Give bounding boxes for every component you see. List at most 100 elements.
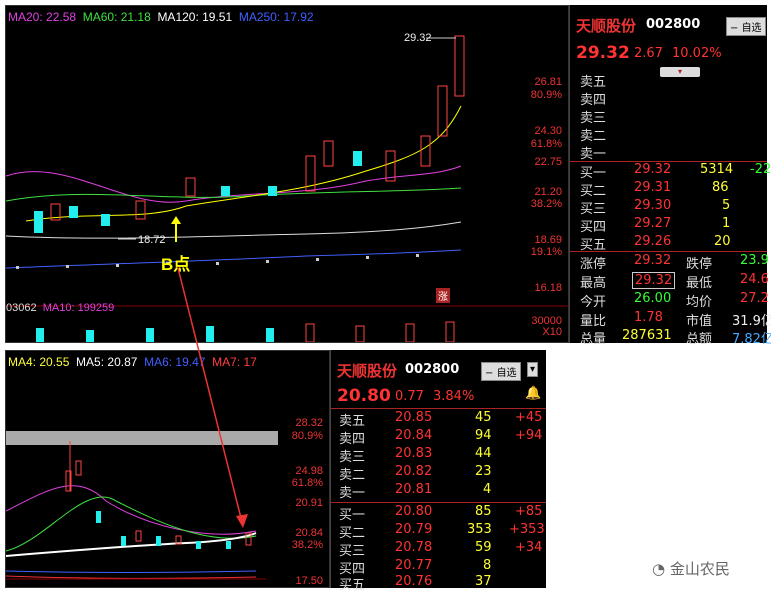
b-bid-2-delta: +353 xyxy=(509,522,545,537)
top-kline-panel[interactable]: MA20: 22.58 MA60: 21.18 MA120: 19.51 MA2… xyxy=(5,5,569,343)
b-ask-5-label: 卖五 xyxy=(339,414,366,429)
b-scale-0: 28.32 xyxy=(295,417,323,429)
b-bid-4-vol: 8 xyxy=(483,558,492,573)
b-bid-1-vol: 85 xyxy=(475,504,492,519)
bid-3-label: 买三 xyxy=(580,202,607,217)
b-bid-3-label: 买三 xyxy=(339,544,366,559)
b-ask-1-vol: 4 xyxy=(483,482,492,497)
b-bid-1-label: 买一 xyxy=(339,508,366,523)
bell-icon[interactable]: 🔔 xyxy=(525,386,541,401)
ma20-label: MA20: 22.58 xyxy=(8,10,77,24)
add-watchlist-button[interactable]: − 自选 xyxy=(726,17,766,36)
scale-8: 19.1% xyxy=(530,246,562,258)
stat-bv-4: 7.82亿 xyxy=(732,332,771,347)
stat-av-1: 29.32 xyxy=(632,272,676,289)
b-bid-1-delta: +85 xyxy=(515,504,543,519)
b-bid-2-label: 买二 xyxy=(339,526,366,541)
b-change: 0.77 xyxy=(395,389,424,404)
stat-av-3: 1.78 xyxy=(634,310,663,325)
stat-a-0: 涨停 xyxy=(580,257,607,272)
bid-1-label: 买一 xyxy=(580,166,607,181)
bottom-kline-panel[interactable]: MA4: 20.55 MA5: 20.87 MA6: 19.47 MA7: 17… xyxy=(5,350,330,588)
b-ask-3-price: 20.83 xyxy=(395,446,433,461)
b-scale-7: 17.50 xyxy=(295,575,323,587)
bid-1-price: 29.32 xyxy=(634,162,672,177)
b-scale-2: 24.98 xyxy=(295,465,323,477)
stat-bv-1: 24.6 xyxy=(740,272,769,287)
b-bid-2-price: 20.79 xyxy=(395,522,433,537)
change: 2.67 xyxy=(634,46,663,61)
b-dropdown-icon[interactable]: ▾ xyxy=(527,362,539,377)
b-bid-3-vol: 59 xyxy=(475,540,492,555)
b-scale-5: 20.84 xyxy=(295,527,323,539)
ask-4-label: 卖四 xyxy=(580,93,607,108)
b-ask-4-price: 20.84 xyxy=(395,428,433,443)
stat-b-4: 总额 xyxy=(686,332,713,347)
scale-9: 16.18 xyxy=(534,282,562,294)
b-ask-1-price: 20.81 xyxy=(395,482,433,497)
ask-1-label: 卖一 xyxy=(580,147,607,162)
b-ask-5-vol: 45 xyxy=(475,410,492,425)
change-pct: 10.02% xyxy=(672,46,722,61)
bid-4-vol: 1 xyxy=(722,216,731,231)
bid-2-vol: 86 xyxy=(712,180,729,195)
weibo-icon: ◔ xyxy=(652,560,670,578)
stat-bv-0: 23.9 xyxy=(740,253,769,268)
b-ask-5-price: 20.85 xyxy=(395,410,433,425)
high-label: 29.32 xyxy=(404,32,432,44)
top-kline-svg xyxy=(6,35,568,342)
stat-a-1: 最高 xyxy=(580,276,607,291)
bid-5-vol: 20 xyxy=(714,234,731,249)
ma4-label: MA4: 20.55 xyxy=(8,355,70,369)
stock-code: 002800 xyxy=(646,17,701,32)
scale-0: 26.81 xyxy=(534,76,562,88)
ma120-label: MA120: 19.51 xyxy=(157,10,233,24)
vol-ma10-label: MA10: 199259 xyxy=(42,302,115,314)
ask-2-label: 卖二 xyxy=(580,129,607,144)
b-point-label: B点 xyxy=(161,255,191,274)
stat-bv-3: 31.9亿 xyxy=(732,314,771,329)
b-scale-1: 80.9% xyxy=(291,430,323,442)
bid-3-vol: 5 xyxy=(722,198,731,213)
stat-b-3: 市值 xyxy=(686,314,713,329)
b-last-price: 20.80 xyxy=(337,386,391,406)
b-add-watchlist-button[interactable]: − 自选 xyxy=(481,362,521,381)
scale-3: 61.8% xyxy=(530,138,562,150)
ma6-label: MA6: 19.47 xyxy=(144,355,206,369)
bottom-quote-panel: 天顺股份 002800 − 自选 ▾ 20.80 0.77 3.84% 🔔 卖五… xyxy=(330,350,546,593)
stat-av-2: 26.00 xyxy=(634,291,672,306)
top-quote-panel: 天顺股份 002800 − 自选 29.32 2.67 10.02% ▾ 卖五 … xyxy=(569,5,771,347)
b-bid-1-price: 20.80 xyxy=(395,504,433,519)
vol-label: 03062 xyxy=(6,302,37,314)
b-ask-2-price: 20.82 xyxy=(395,464,433,479)
scale-1: 80.9% xyxy=(530,89,562,101)
side-toolbar xyxy=(546,350,552,588)
scale-6: 38.2% xyxy=(530,198,562,210)
stat-a-3: 量比 xyxy=(580,314,607,329)
stat-a-2: 今开 xyxy=(580,295,607,310)
watermark: ◔ 金山农民 xyxy=(652,560,730,578)
b-bid-3-price: 20.78 xyxy=(395,540,433,555)
stat-b-0: 跌停 xyxy=(686,257,713,272)
ma5-label: MA5: 20.87 xyxy=(76,355,138,369)
stat-b-2: 均价 xyxy=(686,295,713,310)
b-ask-4-label: 卖四 xyxy=(339,432,366,447)
bid-1-vol: 5314 xyxy=(700,162,734,177)
b-bid-3-delta: +34 xyxy=(515,540,543,555)
b-ask-4-delta: +94 xyxy=(515,428,543,443)
b-bid-4-price: 20.77 xyxy=(395,558,433,573)
bid-4-label: 买四 xyxy=(580,220,607,235)
b-scale-4: 20.91 xyxy=(295,497,323,509)
bid-2-price: 29.31 xyxy=(634,180,672,195)
b-bid-5-vol: 37 xyxy=(475,574,492,589)
low-label: 18.72 xyxy=(138,234,166,246)
stock-name: 天顺股份 xyxy=(576,17,637,35)
stat-b-1: 最低 xyxy=(686,276,713,291)
bid-1-delta: -22 xyxy=(750,162,771,177)
ask-3-label: 卖三 xyxy=(580,111,607,126)
b-ask-2-vol: 23 xyxy=(475,464,492,479)
b-ask-4-vol: 94 xyxy=(475,428,492,443)
scale-7: 18.69 xyxy=(534,234,562,246)
bid-4-price: 29.27 xyxy=(634,216,672,231)
bottom-kline-svg xyxy=(6,431,278,580)
